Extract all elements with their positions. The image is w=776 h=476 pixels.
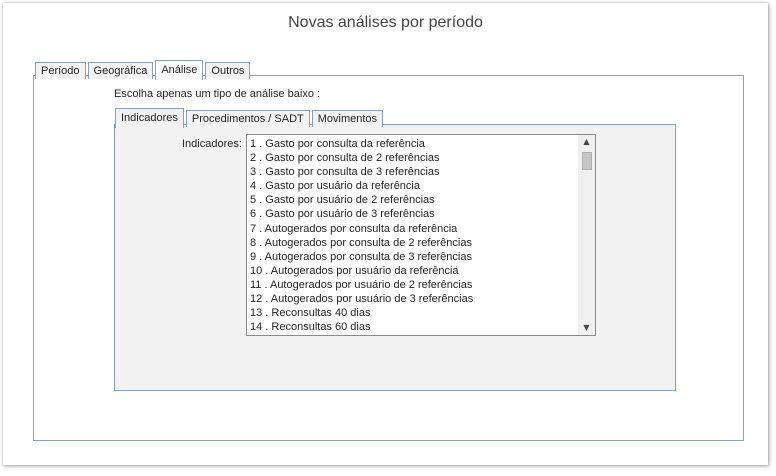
- list-item[interactable]: 8 . Autogerados por consulta de 2 referê…: [247, 236, 578, 250]
- list-item[interactable]: 7 . Autogerados por consulta da referênc…: [247, 222, 578, 236]
- indicators-listbox[interactable]: 1 . Gasto por consulta da referência 2 .…: [246, 134, 596, 336]
- tab-periodo[interactable]: Período: [35, 62, 86, 79]
- list-item[interactable]: 10 . Autogerados por usuário da referênc…: [247, 264, 578, 278]
- list-item[interactable]: 3 . Gasto por consulta de 3 referências: [247, 165, 578, 179]
- tab-analise[interactable]: Análise: [155, 60, 204, 80]
- tab-outros[interactable]: Outros: [205, 62, 251, 79]
- inner-tab-bar: Indicadores Procedimentos / SADT Movimen…: [115, 107, 385, 128]
- list-item[interactable]: 12 . Autogerados por usuário de 3 referê…: [247, 292, 578, 306]
- listbox-scrollbar[interactable]: ▲ ▼: [578, 135, 595, 335]
- scroll-down-icon[interactable]: ▼: [578, 321, 595, 335]
- scroll-up-icon[interactable]: ▲: [578, 135, 595, 149]
- indicators-label: Indicadores:: [182, 138, 242, 150]
- outer-tab-bar: Período Geográfica Análise Outros: [35, 59, 252, 80]
- scroll-thumb[interactable]: [582, 152, 592, 170]
- tab-indicadores[interactable]: Indicadores: [115, 108, 184, 128]
- list-item[interactable]: 2 . Gasto por consulta de 2 referências: [247, 151, 578, 165]
- tab-geografica[interactable]: Geográfica: [87, 62, 154, 79]
- list-item[interactable]: 9 . Autogerados por consulta de 3 referê…: [247, 250, 578, 264]
- list-item[interactable]: 6 . Gasto por usuário de 3 referências: [247, 207, 578, 221]
- page-title: Novas análises por período: [288, 14, 483, 31]
- tab-movimentos[interactable]: Movimentos: [311, 110, 384, 127]
- list-item[interactable]: 1 . Gasto por consulta da referência: [247, 137, 578, 151]
- indicators-list: 1 . Gasto por consulta da referência 2 .…: [247, 137, 578, 334]
- list-item[interactable]: 14 . Reconsultas 60 dias: [247, 320, 578, 334]
- instruction-text: Escolha apenas um tipo de análise baixo …: [114, 88, 321, 100]
- tab-procedimentos-sadt[interactable]: Procedimentos / SADT: [185, 110, 310, 127]
- list-item[interactable]: 5 . Gasto por usuário de 2 referências: [247, 193, 578, 207]
- list-item[interactable]: 13 . Reconsultas 40 dias: [247, 306, 578, 320]
- list-item[interactable]: 11 . Autogerados por usuário de 2 referê…: [247, 278, 578, 292]
- list-item[interactable]: 4 . Gasto por usuário da referência: [247, 179, 578, 193]
